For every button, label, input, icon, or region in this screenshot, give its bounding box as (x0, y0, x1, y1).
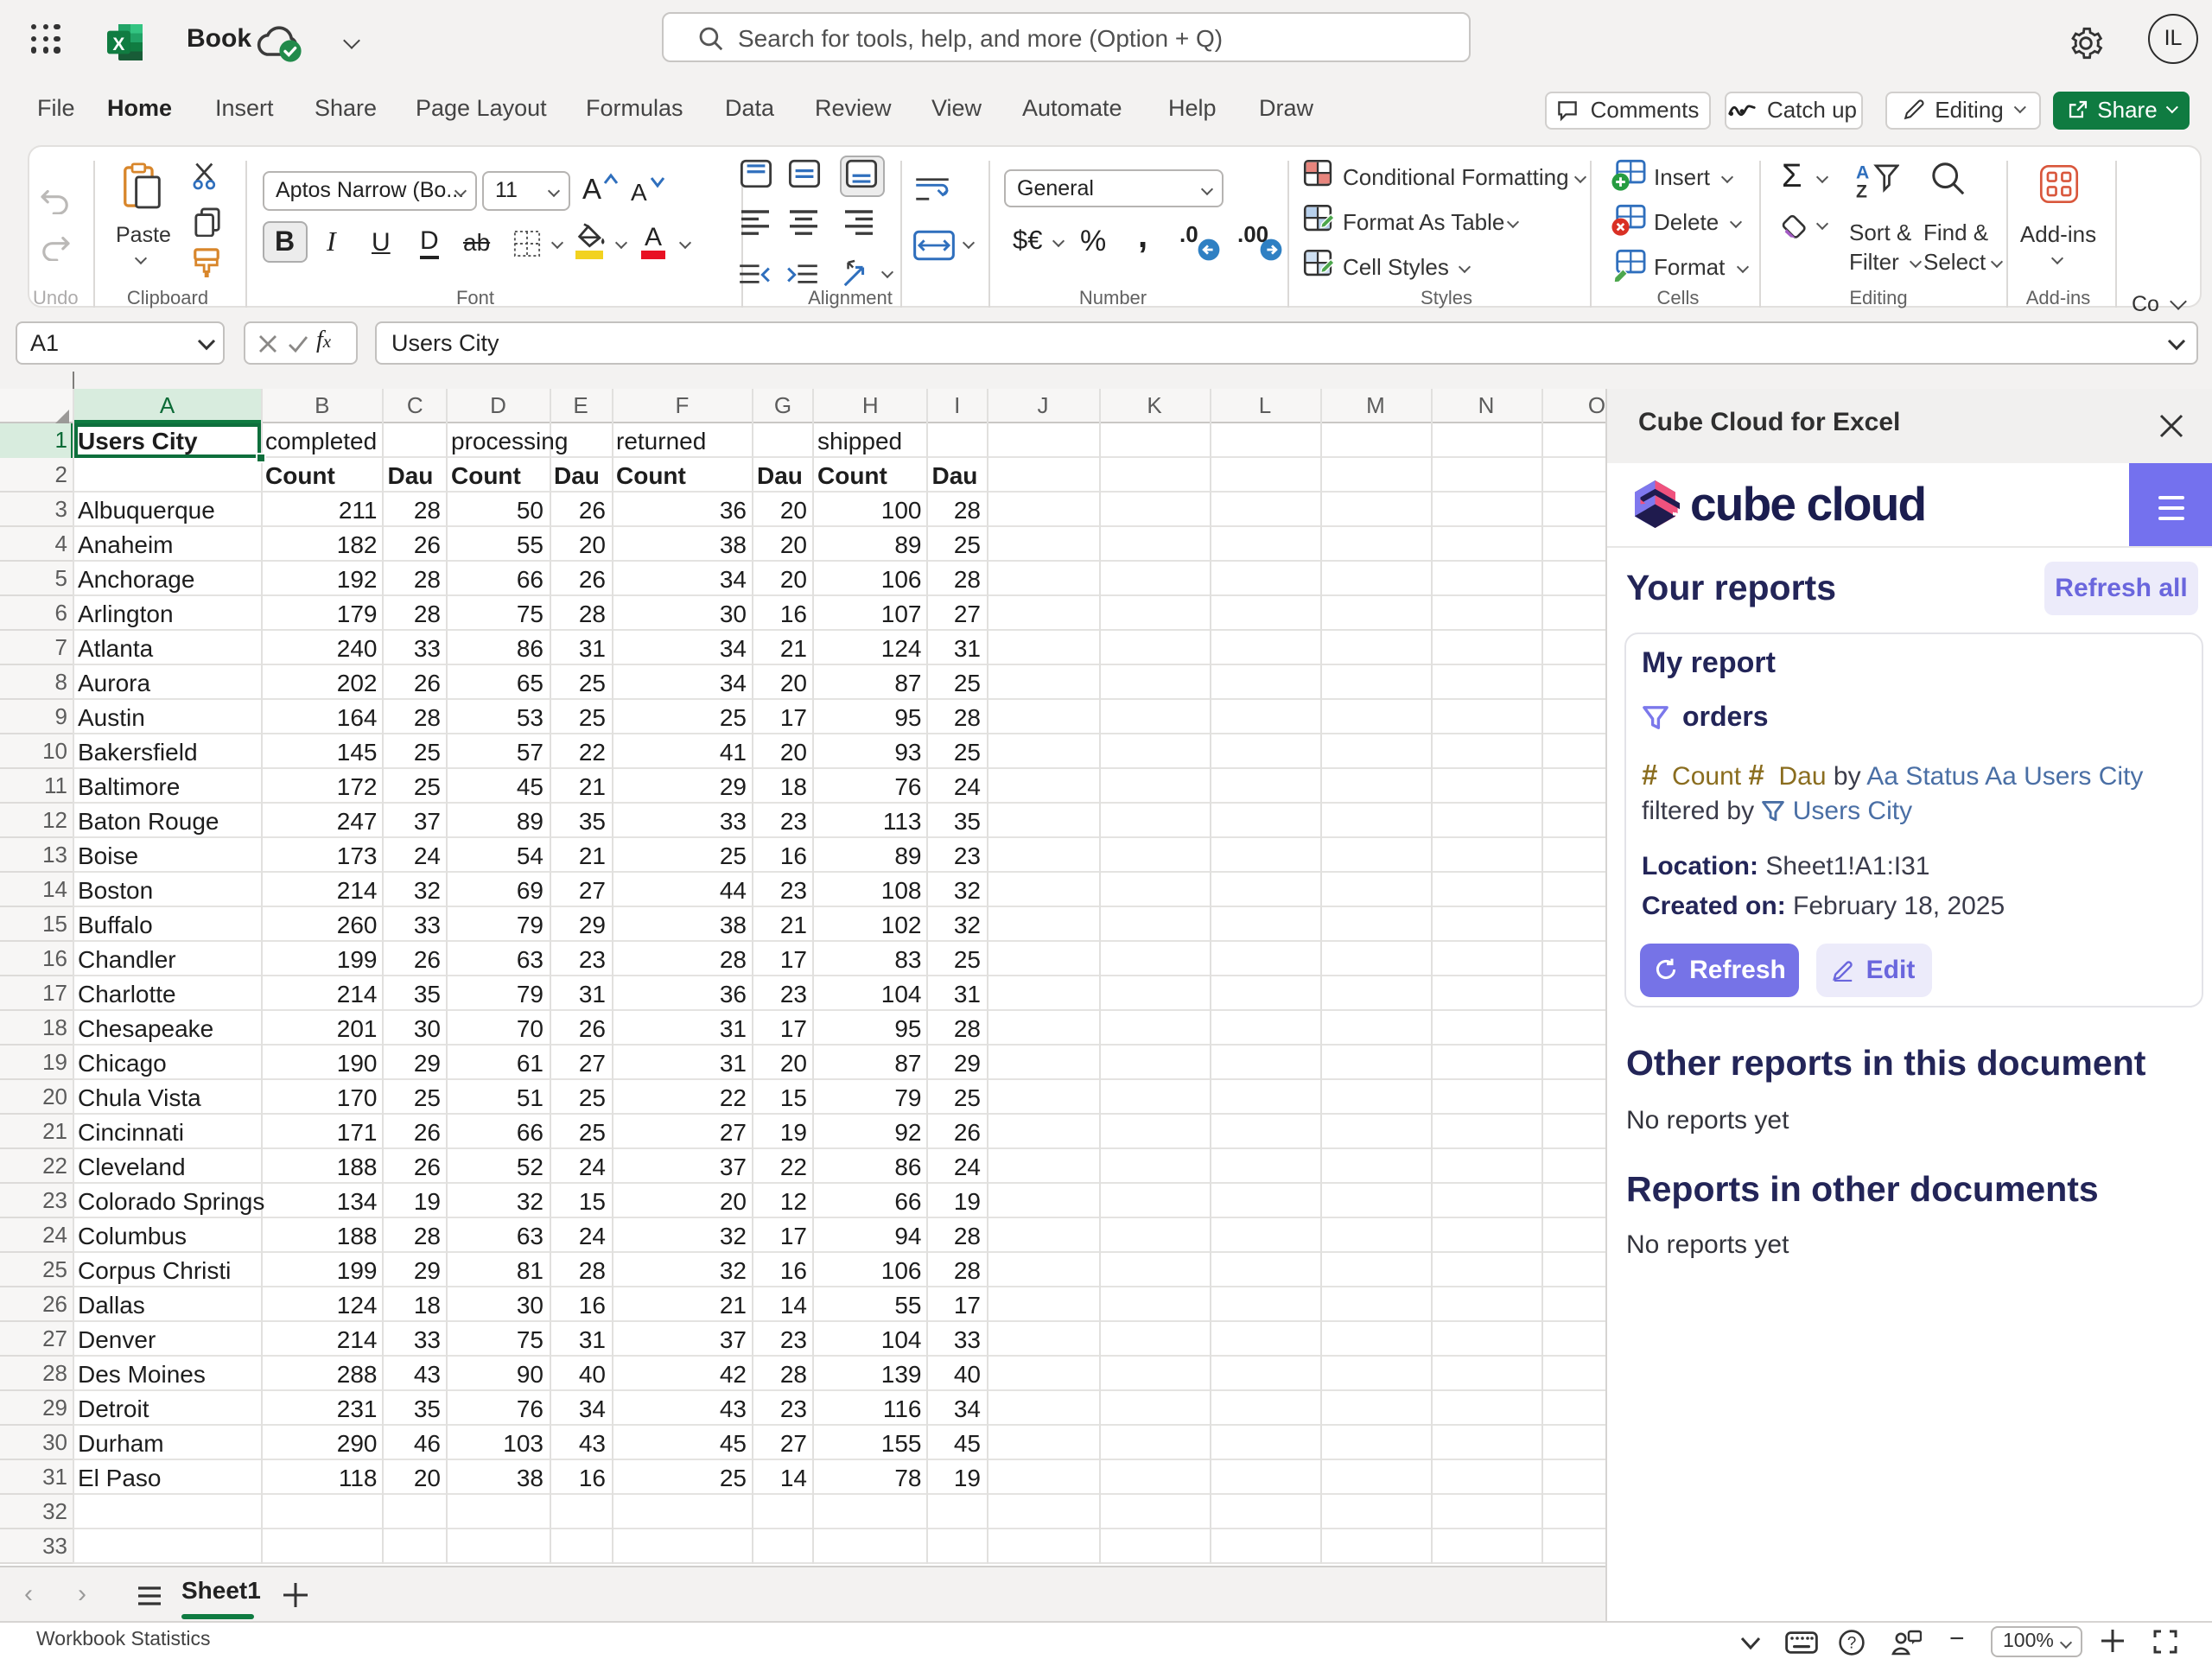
svg-text:Z: Z (1856, 181, 1867, 200)
svg-text:X: X (111, 34, 124, 54)
svg-text:?: ? (1847, 1634, 1857, 1652)
svg-text:A: A (1856, 162, 1869, 181)
